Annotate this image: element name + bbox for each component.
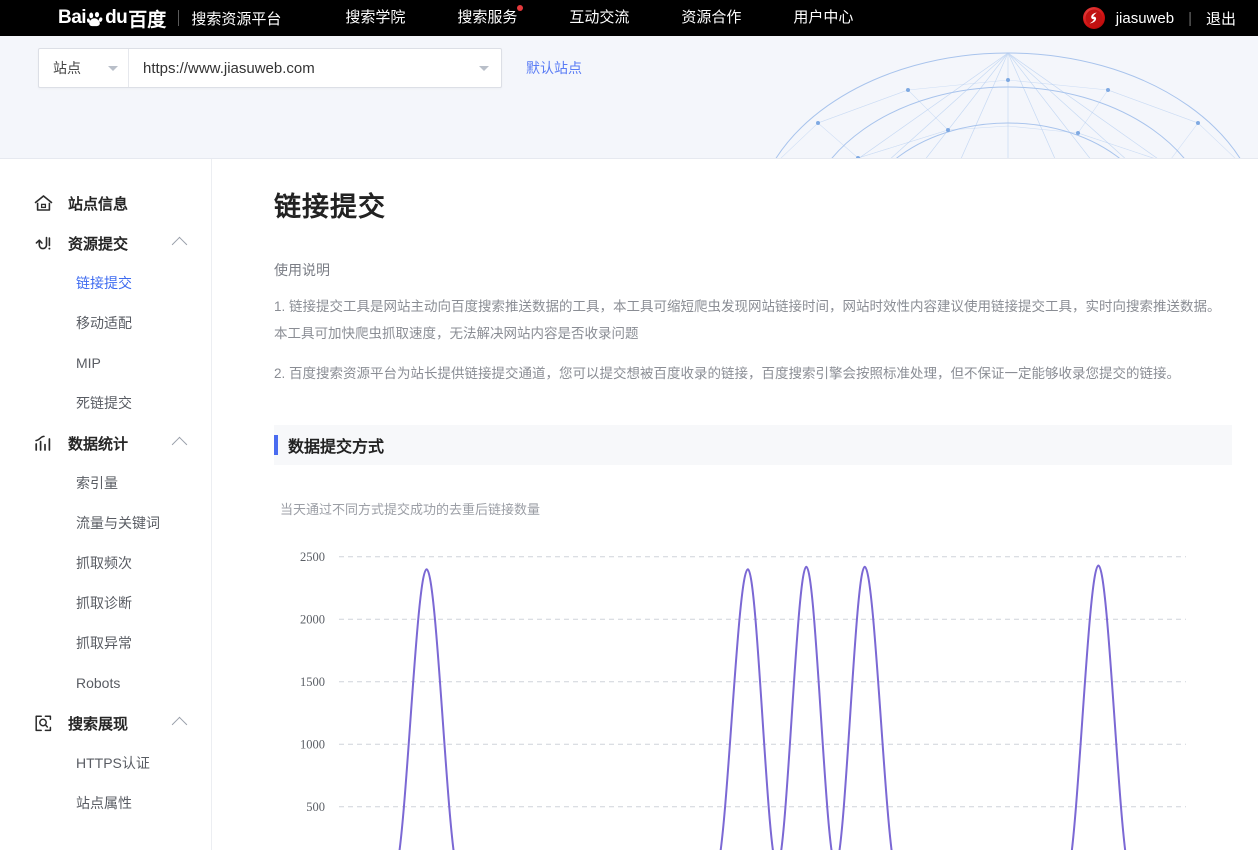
site-type-label: 站点 <box>53 60 81 76</box>
nav-item-label: 搜索服务 <box>457 9 518 26</box>
sidebar-sub-label: 死链提交 <box>76 395 132 411</box>
sidebar-item-dead-link-submit[interactable]: 死链提交 <box>0 383 211 423</box>
sidebar: 站点信息 资源提交 链接提交 移动适配 MIP 死链提交 数据统计 索引量 流量… <box>0 159 212 850</box>
sidebar-sub-label: 移动适配 <box>76 315 132 331</box>
sidebar-item-crawl-errors[interactable]: 抓取异常 <box>0 623 211 663</box>
site-url-value: https://www.jiasuweb.com <box>143 59 315 77</box>
sidebar-item-site-info[interactable]: 站点信息 <box>0 183 211 223</box>
sidebar-item-https-cert[interactable]: HTTPS认证 <box>0 743 211 783</box>
chevron-down-icon <box>108 65 118 71</box>
y-axis-tick-label: 2000 <box>300 612 325 626</box>
section-header-data-submit-method: 数据提交方式 <box>274 425 1232 465</box>
baidu-logo-cn: 百度 <box>128 9 167 31</box>
baidu-logo-latin2: du <box>105 7 128 28</box>
sidebar-sub-label: MIP <box>76 355 101 371</box>
chart-icon <box>32 432 54 454</box>
sidebar-item-crawl-diagnosis[interactable]: 抓取诊断 <box>0 583 211 623</box>
usage-instruction-2: 2. 百度搜索资源平台为站长提供链接提交通道，您可以提交想被百度收录的链接，百度… <box>274 366 1181 381</box>
sidebar-group-label: 数据统计 <box>68 435 129 453</box>
site-selector: 站点 https://www.jiasuweb.com <box>38 48 502 88</box>
sidebar-item-index-volume[interactable]: 索引量 <box>0 463 211 503</box>
sidebar-sub-label: 抓取频次 <box>76 555 132 571</box>
y-axis-tick-label: 1000 <box>300 737 325 751</box>
chevron-down-icon <box>479 65 489 71</box>
submission-chart[interactable]: 2500 2000 1500 1000 500 <box>274 530 1204 850</box>
site-type-dropdown[interactable]: 站点 <box>39 49 129 87</box>
sidebar-item-mip[interactable]: MIP <box>0 343 211 383</box>
baidu-logo[interactable]: Bai du 百度 搜索资源平台 <box>0 5 281 32</box>
usage-instructions-heading: 使用说明 <box>274 262 330 278</box>
chevron-up-icon[interactable] <box>171 716 188 733</box>
sidebar-sub-label: 抓取异常 <box>76 635 132 651</box>
nav-item-4[interactable]: 用户中心 <box>767 0 879 36</box>
upload-icon <box>32 232 54 254</box>
sidebar-item-robots[interactable]: Robots <box>0 663 211 703</box>
y-axis-tick-label: 2500 <box>300 550 325 564</box>
logo-divider <box>178 10 180 26</box>
page-layout: 站点信息 资源提交 链接提交 移动适配 MIP 死链提交 数据统计 索引量 流量… <box>0 159 1258 850</box>
chart-caption: 当天通过不同方式提交成功的去重后链接数量 <box>280 502 541 517</box>
platform-name: 搜索资源平台 <box>191 10 282 28</box>
y-axis-tick-label: 500 <box>306 800 325 814</box>
sidebar-item-mobile-adapt[interactable]: 移动适配 <box>0 303 211 343</box>
site-url-dropdown[interactable]: https://www.jiasuweb.com <box>129 49 501 87</box>
site-selector-bar: 站点 https://www.jiasuweb.com 默认站点 <box>0 36 1258 159</box>
top-navigation-bar: Bai du 百度 搜索资源平台 搜索学院 搜索服务 互动交流 资源合作 用户中… <box>0 0 1258 36</box>
sidebar-item-crawl-frequency[interactable]: 抓取频次 <box>0 543 211 583</box>
sidebar-group-label: 站点信息 <box>68 195 129 213</box>
baidu-logo-latin: Bai <box>58 7 87 28</box>
sidebar-item-site-properties[interactable]: 站点属性 <box>0 783 211 823</box>
nav-item-0[interactable]: 搜索学院 <box>319 0 431 36</box>
sidebar-sub-label: 流量与关键词 <box>76 515 160 531</box>
user-area: jiasuweb | 退出 <box>1082 7 1258 29</box>
sidebar-sub-label: 抓取诊断 <box>76 595 132 611</box>
sidebar-item-traffic-keywords[interactable]: 流量与关键词 <box>0 503 211 543</box>
username-label: jiasuweb <box>1115 9 1175 27</box>
baidu-paw-icon <box>86 11 104 26</box>
sidebar-group-label: 搜索展现 <box>68 715 129 733</box>
default-site-link[interactable]: 默认站点 <box>526 48 582 88</box>
y-axis-tick-label: 1500 <box>300 675 325 689</box>
main-content: 链接提交 使用说明 1. 链接提交工具是网站主动向百度搜索推送数据的工具，本工具… <box>212 159 1258 850</box>
sidebar-group-search-display[interactable]: 搜索展现 <box>0 703 211 743</box>
home-icon <box>32 192 54 214</box>
logout-link[interactable]: 退出 <box>1206 8 1236 29</box>
sidebar-item-link-submit[interactable]: 链接提交 <box>0 263 211 303</box>
main-nav-items: 搜索学院 搜索服务 互动交流 资源合作 用户中心 <box>319 0 879 36</box>
usage-instruction-1: 1. 链接提交工具是网站主动向百度搜索推送数据的工具，本工具可缩短爬虫发现网站链… <box>274 299 1221 341</box>
nav-item-label: 用户中心 <box>793 9 854 26</box>
section-title: 数据提交方式 <box>288 439 385 456</box>
baidu-logo-mark: Bai du 百度 <box>58 5 166 32</box>
sidebar-sub-label: 链接提交 <box>76 275 132 291</box>
chart-series-line <box>398 564 1127 850</box>
nav-item-label: 互动交流 <box>569 9 630 26</box>
page-title: 链接提交 <box>274 192 386 222</box>
sidebar-group-data-stats[interactable]: 数据统计 <box>0 423 211 463</box>
nav-item-1[interactable]: 搜索服务 <box>431 0 543 36</box>
chevron-up-icon[interactable] <box>171 236 188 253</box>
search-box-icon <box>32 712 54 734</box>
nav-item-label: 资源合作 <box>681 9 742 26</box>
new-badge-dot-icon <box>517 5 524 11</box>
nav-item-2[interactable]: 互动交流 <box>543 0 655 36</box>
sidebar-group-resource-submit[interactable]: 资源提交 <box>0 223 211 263</box>
sidebar-sub-label: HTTPS认证 <box>76 755 150 771</box>
nav-separator: | <box>1188 9 1192 27</box>
sidebar-sub-label: Robots <box>76 675 121 691</box>
avatar[interactable] <box>1082 7 1105 29</box>
sidebar-group-label: 资源提交 <box>68 235 129 253</box>
sidebar-sub-label: 站点属性 <box>76 795 132 811</box>
nav-item-3[interactable]: 资源合作 <box>655 0 767 36</box>
nav-item-label: 搜索学院 <box>345 9 406 26</box>
sidebar-sub-label: 索引量 <box>76 475 118 491</box>
chevron-up-icon[interactable] <box>171 436 188 453</box>
